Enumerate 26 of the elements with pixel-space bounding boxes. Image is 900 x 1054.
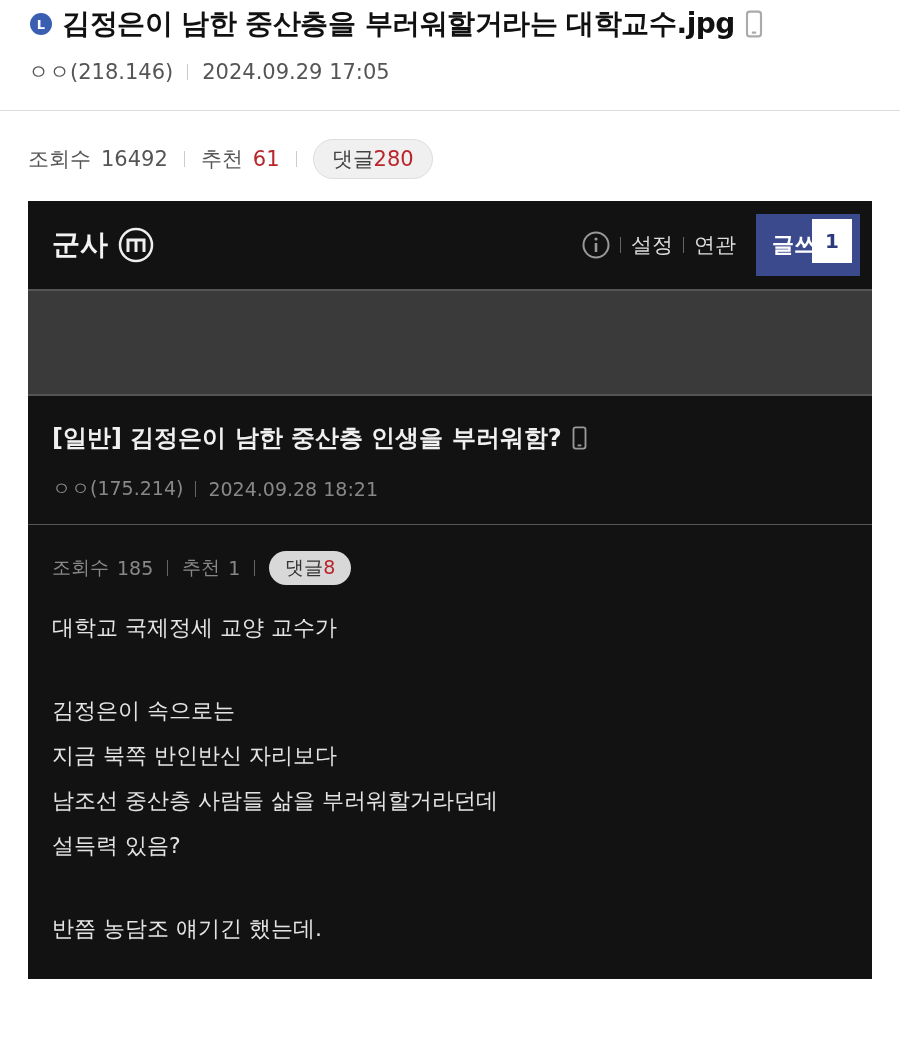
post-title: 김정은이 남한 중산층을 부러워할거라는 대학교수.jpg (62, 6, 735, 42)
list-badge: L (30, 13, 52, 35)
recommend-label: 추천 (182, 555, 221, 580)
body-paragraph: 김정은이 속으로는 지금 북쪽 반인반신 자리보다 남조선 중산층 사람들 삶을 부러워할거라던데 설득력 있음? (52, 697, 499, 860)
comments-button[interactable]: 댓글8 (269, 551, 352, 585)
comments-button[interactable]: 댓글280 (312, 139, 433, 179)
author-name: ㅇㅇ(218.146) (28, 59, 174, 86)
views-count: 16492 (101, 147, 168, 171)
recommend-count: 1 (228, 557, 241, 579)
nav-link[interactable]: 설정 (631, 231, 673, 259)
views-count: 185 (117, 557, 154, 579)
author-name: ㅇㅇ(175.214) (52, 476, 184, 501)
body-paragraph: 반쯤 농담조 얘기긴 했는데. (52, 915, 323, 943)
post-title: [일반] 김정은이 남한 중산층 인생을 부러워함? (52, 423, 562, 454)
views-label: 조회수 (28, 146, 91, 173)
gallery-logo: 군사 (52, 227, 108, 263)
info-icon[interactable] (582, 231, 610, 259)
post-date: 2024.09.28 18:21 (208, 478, 378, 500)
post-date: 2024.09.29 17:05 (202, 60, 390, 84)
recommend-count: 61 (252, 147, 280, 171)
minor-gallery-icon (118, 227, 154, 263)
nav-link[interactable]: 연관 (694, 231, 736, 259)
count-badge: 1 (812, 219, 852, 263)
recommend-label: 추천 (200, 146, 243, 173)
body-paragraph: 대학교 국제정세 교양 교수가 (52, 614, 338, 642)
views-label: 조회수 (52, 555, 109, 580)
